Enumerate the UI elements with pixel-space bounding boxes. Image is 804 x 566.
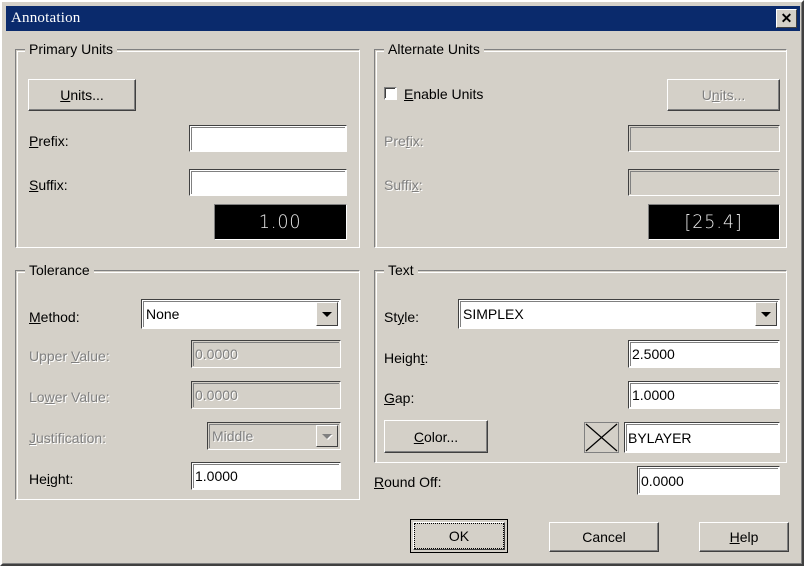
text-style-dropdown-arrow[interactable] — [755, 302, 777, 326]
group-text-title: Text — [384, 262, 418, 278]
help-button-label: Help — [729, 529, 759, 545]
text-height-label: Height: — [384, 350, 429, 366]
cancel-button-label: Cancel — [582, 529, 626, 545]
tolerance-height-input[interactable]: 1.0000 — [191, 462, 341, 490]
text-color-button[interactable]: Color... — [384, 420, 488, 453]
text-height-input[interactable]: 2.5000 — [628, 340, 780, 368]
dialog-inner-frame: Annotation ✕ Primary Units Units... Pref… — [2, 2, 802, 564]
alternate-units-preview-text: [25.4] — [684, 211, 744, 233]
tolerance-justification-combo[interactable]: Middle — [207, 422, 341, 450]
round-off-label: Round Off: — [374, 474, 442, 490]
window-title: Annotation — [11, 10, 81, 26]
text-gap-label: Gap: — [384, 390, 415, 406]
alternate-prefix-input[interactable] — [628, 125, 780, 152]
close-button[interactable]: ✕ — [776, 9, 797, 28]
chevron-down-icon — [761, 311, 771, 317]
tolerance-upper-value-label: Upper Value: — [29, 348, 110, 364]
tolerance-justification-value: Middle — [212, 428, 254, 444]
text-style-label: Style: — [384, 309, 420, 325]
tolerance-lower-value-input[interactable]: 0.0000 — [191, 381, 341, 409]
alternate-units-button[interactable]: Units... — [667, 79, 780, 111]
primary-suffix-label: Suffix: — [29, 177, 68, 193]
chevron-down-icon — [322, 433, 332, 439]
primary-prefix-label: Prefix: — [29, 133, 69, 149]
tolerance-method-dropdown-arrow[interactable] — [316, 302, 338, 326]
primary-suffix-input[interactable] — [189, 169, 347, 196]
primary-prefix-input[interactable] — [189, 125, 347, 152]
alternate-prefix-label: Prefix: — [384, 133, 424, 149]
group-tolerance-title: Tolerance — [25, 262, 94, 278]
tolerance-height-label: Height: — [29, 471, 74, 487]
alternate-suffix-label: Suffix: — [384, 177, 423, 193]
title-bar[interactable]: Annotation ✕ — [6, 6, 800, 31]
group-alternate-units-title: Alternate Units — [384, 41, 484, 57]
alternate-units-button-label: Units... — [701, 87, 746, 103]
enable-alternate-units-label: Enable Units — [404, 86, 484, 102]
text-gap-input[interactable]: 1.0000 — [628, 381, 780, 409]
text-color-button-label: Color... — [413, 428, 459, 445]
ok-button-focus-ring — [414, 523, 504, 549]
primary-units-button[interactable]: Units... — [28, 79, 136, 111]
chevron-down-icon — [322, 311, 332, 317]
annotation-dialog: Annotation ✕ Primary Units Units... Pref… — [0, 0, 804, 566]
tolerance-upper-value-input[interactable]: 0.0000 — [191, 340, 341, 368]
tolerance-method-label: Method: — [29, 309, 80, 325]
primary-units-button-label: Units... — [60, 87, 104, 103]
cancel-button[interactable]: Cancel — [549, 522, 659, 552]
group-primary-units-title: Primary Units — [25, 41, 118, 57]
text-style-combo[interactable]: SIMPLEX — [458, 299, 780, 329]
help-button[interactable]: Help — [699, 522, 789, 552]
tolerance-justification-dropdown-arrow[interactable] — [316, 425, 338, 447]
tolerance-method-combo[interactable]: None — [141, 299, 341, 329]
tolerance-method-value: None — [146, 306, 180, 322]
alternate-suffix-input[interactable] — [628, 169, 780, 196]
primary-units-preview-text: 1.00 — [259, 211, 302, 233]
text-style-value: SIMPLEX — [463, 306, 524, 322]
close-icon: ✕ — [780, 10, 793, 26]
round-off-input[interactable]: 0.0000 — [637, 466, 780, 495]
color-none-x-icon[interactable] — [584, 422, 619, 453]
tolerance-lower-value-label: Lower Value: — [29, 389, 110, 405]
enable-alternate-units-checkbox[interactable] — [384, 87, 397, 100]
primary-units-preview: 1.00 — [214, 204, 347, 240]
tolerance-justification-label: Justification: — [29, 430, 107, 446]
alternate-units-preview: [25.4] — [648, 204, 780, 240]
ok-button[interactable]: OK — [410, 519, 508, 553]
text-color-value-input[interactable]: BYLAYER — [624, 422, 780, 453]
